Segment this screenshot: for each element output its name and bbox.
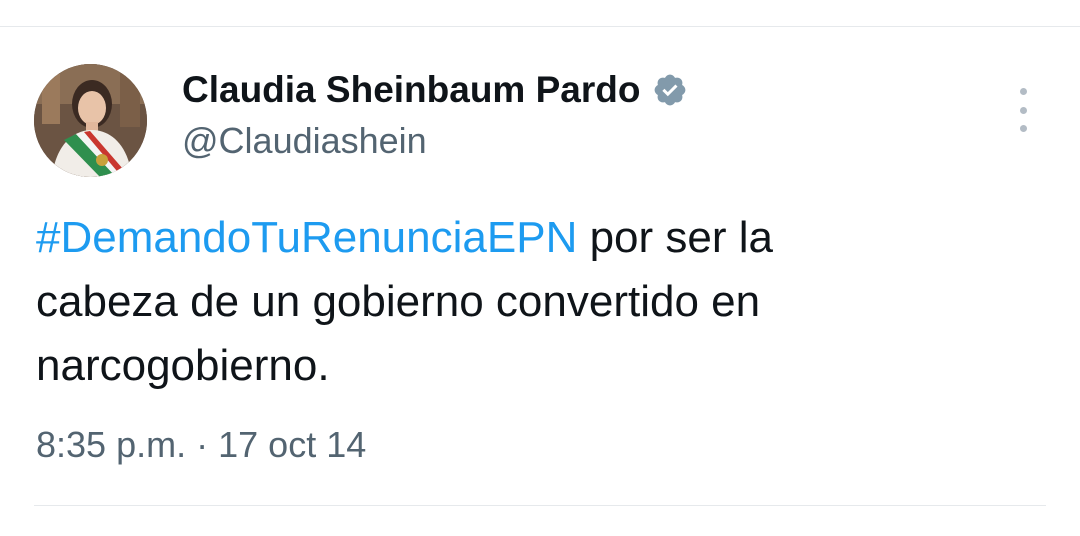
bottom-divider [34,505,1046,506]
meta-separator: · [196,424,209,465]
hashtag-link[interactable]: #DemandoTuRenunciaEPN [36,213,577,262]
avatar[interactable] [34,64,147,177]
tweet-text: #DemandoTuRenunciaEPN por ser la cabeza … [36,206,1036,398]
handle[interactable]: @Claudiashein [182,120,688,162]
tweet-text-line2: cabeza de un gobierno convertido en [36,277,761,326]
more-options-button[interactable] [1008,88,1038,132]
tweet-text-line1: por ser la [577,213,773,262]
tweet-timestamp[interactable]: 8:35 p.m. · 17 oct 14 [36,424,366,466]
vertical-ellipsis-icon [1019,88,1027,95]
tweet-date: 17 oct 14 [218,424,367,465]
tweet-time: 8:35 p.m. [36,424,187,465]
verified-badge-icon [652,72,688,108]
avatar-portrait-image [34,64,147,177]
tweet-card: Claudia Sheinbaum Pardo @Claudiashein #D… [0,0,1080,536]
tweet-text-line3: narcogobierno. [36,341,330,390]
author-info: Claudia Sheinbaum Pardo @Claudiashein [182,64,688,162]
display-name[interactable]: Claudia Sheinbaum Pardo [182,69,640,111]
vertical-ellipsis-icon-dot [1019,125,1027,132]
name-row: Claudia Sheinbaum Pardo [182,64,688,116]
vertical-ellipsis-icon-dot [1019,106,1027,114]
